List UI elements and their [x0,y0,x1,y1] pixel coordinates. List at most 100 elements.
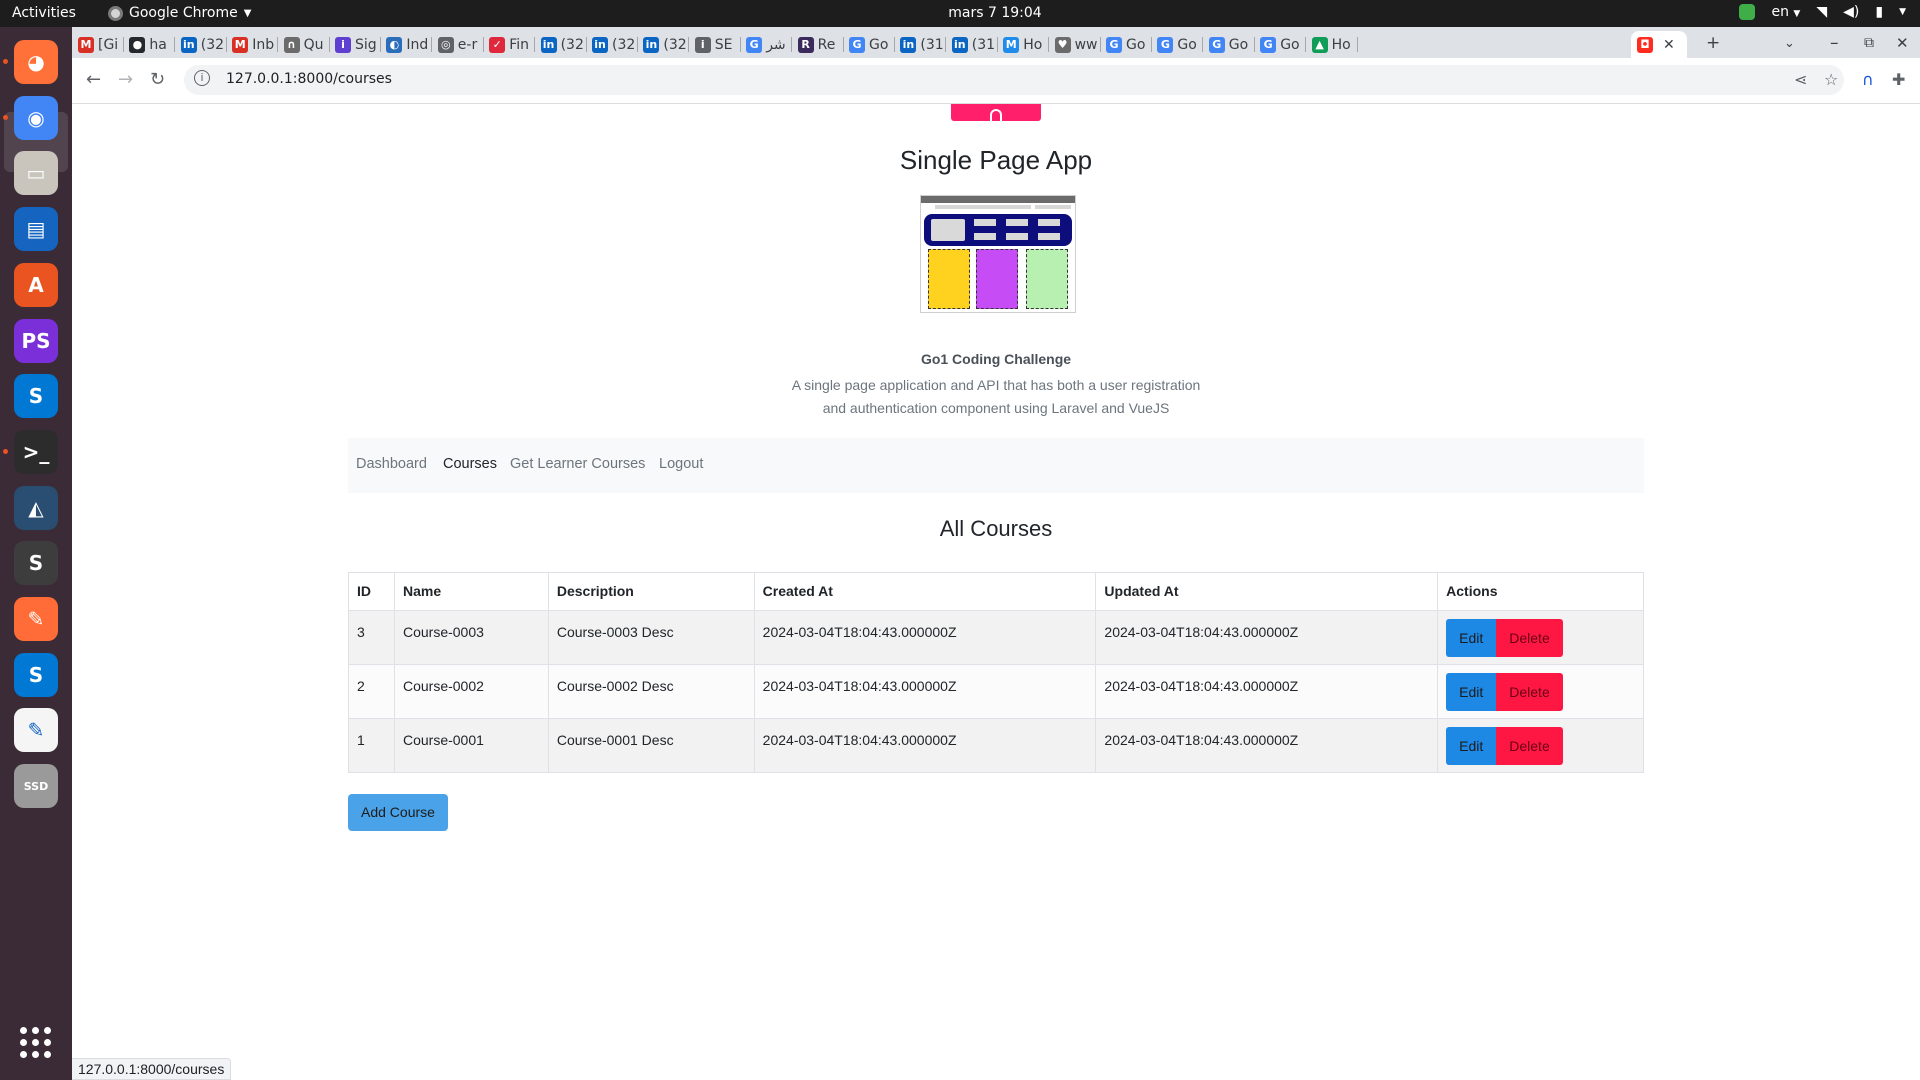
browser-tab[interactable]: in (32 [175,31,227,58]
add-course-button[interactable]: Add Course [348,794,448,831]
browser-tab[interactable]: ● ha [123,31,176,58]
bookmark-star-icon[interactable]: ☆ [1824,70,1838,89]
minimize-icon[interactable]: – [1830,33,1839,53]
cell-actions: Edit Delete [1437,664,1644,719]
app-navbar: Dashboard Courses Get Learner Courses Lo… [348,438,1644,493]
browser-tab[interactable]: in (32 [586,31,638,58]
cell-created-at: 2024-03-04T18:04:43.000000Z [753,718,1097,773]
tab-active[interactable]: ◘ ✕ [1631,31,1687,58]
dock-app[interactable]: ◉ [11,93,61,143]
forward-icon[interactable]: → [118,69,133,90]
wifi-icon[interactable]: ◥ [1816,4,1827,20]
delete-button[interactable]: Delete [1496,619,1563,657]
browser-tab[interactable]: G Go [1254,31,1307,58]
dock-app[interactable]: ◭ [11,483,61,533]
tab-search-icon[interactable]: ⌄ [1784,36,1795,51]
dock-app[interactable]: S [11,650,61,700]
vpn-shield-icon[interactable] [1739,4,1756,20]
browser-tab[interactable]: ✓ Fin [483,31,536,58]
nav-dashboard[interactable]: Dashboard [356,456,427,472]
browser-tab[interactable]: in (32 [535,31,587,58]
browser-tab[interactable]: M [Gi [72,31,124,58]
edit-button[interactable]: Edit [1446,619,1497,657]
site-info-icon[interactable]: i [194,70,210,86]
browser-tab[interactable]: i Sig [329,31,381,58]
drive-icon: ▲ [1311,36,1328,53]
dock-app[interactable]: PS [11,316,61,366]
skype-icon: S [14,374,58,419]
linkedin-icon: in [592,36,608,53]
cell-name: Course-0003 [393,610,549,665]
dock-app[interactable]: S [11,538,61,588]
browser-tab[interactable]: M Ho [997,31,1050,58]
tab-label: (32 [200,36,225,53]
dock-app[interactable]: ◕ [11,37,61,87]
browser-tab[interactable]: G Go [1203,31,1255,58]
extensions-puzzle-icon[interactable]: ✚ [1892,70,1905,89]
reload-icon[interactable]: ↻ [150,69,165,90]
nav-learner-courses[interactable]: Get Learner Courses [510,456,645,472]
dock-app[interactable]: ✎ [11,705,61,755]
browser-tab[interactable]: ♥ ww [1049,31,1101,58]
battery-icon[interactable]: ▮ [1875,4,1883,20]
gnome-top-bar: Activities Google Chrome ▼ mars 7 19:04 … [0,0,1920,27]
linkedin-icon: in [900,36,917,53]
browser-tab[interactable]: ▲ Ho [1306,31,1358,58]
nav-courses[interactable]: Courses [443,456,497,472]
new-tab-button[interactable]: + [1706,33,1720,53]
maximize-icon[interactable]: ⧉ [1864,35,1874,51]
dock-app[interactable]: ▤ [11,204,61,254]
delete-button[interactable]: Delete [1496,727,1563,765]
cell-id: 1 [348,718,395,773]
browser-tab[interactable]: R Re [792,31,844,58]
browser-tab[interactable]: G Go [843,31,895,58]
back-icon[interactable]: ← [86,69,101,90]
url-text[interactable]: 127.0.0.1:8000/courses [226,71,392,87]
nav-logout[interactable]: Logout [659,456,703,472]
cell-name: Course-0002 [393,664,549,719]
translate-icon: G [849,36,865,53]
delete-button[interactable]: Delete [1496,673,1563,711]
browser-tab[interactable]: G شر [740,31,793,58]
close-window-icon[interactable]: ✕ [1896,34,1909,52]
language-indicator[interactable]: en ▼ [1771,4,1800,20]
dock-app[interactable]: ▭ [11,148,61,198]
tab-label: Qu [303,36,324,53]
browser-tab[interactable]: M Inb [226,31,279,58]
github-icon: ● [129,36,146,53]
tagline-title: Go1 Coding Challenge [920,351,1072,367]
system-tray[interactable]: en ▼ ◥ ◀) ▮ ▼ [1739,4,1906,20]
link-status-bubble: 127.0.0.1:8000/courses [72,1058,232,1080]
browser-tab[interactable]: in (32 [637,31,690,58]
brand-arc-icon [990,109,1002,121]
tab-label: e-r [457,36,478,53]
browser-tab[interactable]: ◐ Ind [380,31,433,58]
google-icon: G [746,36,763,53]
browser-tab[interactable]: G Go [1151,31,1204,58]
dock-app[interactable]: A [11,260,61,310]
address-bar[interactable]: i 127.0.0.1:8000/courses ⋖ ☆ [184,65,1844,95]
dock-app[interactable]: >_ [11,427,61,477]
cell-actions: Edit Delete [1437,610,1644,665]
close-tab-icon[interactable]: ✕ [1663,37,1675,53]
dock-app[interactable]: S [11,371,61,421]
dock-app[interactable]: SSD [11,761,61,811]
share-icon[interactable]: ⋖ [1794,70,1807,89]
browser-tab[interactable]: i SE [689,31,741,58]
dock-app[interactable]: ✎ [11,594,61,644]
browser-tab[interactable]: ∩ Qu [278,31,330,58]
clock[interactable]: mars 7 19:04 [0,5,1920,21]
edit-button[interactable]: Edit [1446,727,1497,765]
browser-tab[interactable]: ◎ e-r [432,31,484,58]
show-applications-icon[interactable] [20,1027,52,1059]
edit-button[interactable]: Edit [1446,673,1497,711]
browser-tab[interactable]: G Go [1100,31,1152,58]
power-menu-icon[interactable]: ▼ [1899,7,1906,17]
page-title: Single Page App [899,145,1093,175]
section-title: All Courses [939,516,1053,541]
browser-tab[interactable]: in (31 [946,31,998,58]
volume-icon[interactable]: ◀) [1843,4,1859,20]
browser-tab[interactable]: in (31 [894,31,947,58]
extension-arc-icon[interactable]: ∩ [1862,70,1874,89]
cell-id: 3 [348,610,395,665]
